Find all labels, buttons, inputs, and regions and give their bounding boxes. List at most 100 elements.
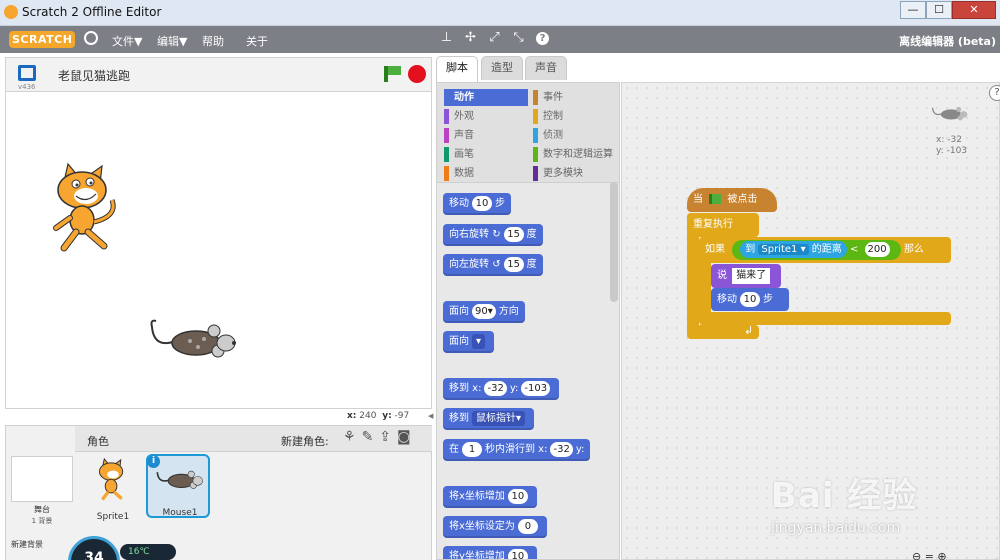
dx-input[interactable]: 10 bbox=[507, 489, 528, 504]
stage-header: v436 老鼠见猫逃跑 bbox=[5, 57, 432, 91]
category-sound[interactable]: 声音 bbox=[444, 127, 528, 144]
menu-help[interactable]: 帮助 bbox=[202, 33, 224, 49]
menu-about[interactable]: 关于 bbox=[246, 33, 268, 49]
degrees-input[interactable]: 15 bbox=[503, 257, 524, 272]
grow-icon[interactable]: ⤢ bbox=[488, 30, 501, 45]
block-text: 度 bbox=[526, 229, 537, 240]
seconds-input[interactable]: 1 bbox=[462, 442, 482, 457]
say-block[interactable]: 说 猫来了 bbox=[711, 264, 781, 288]
block-text: y: bbox=[575, 444, 585, 455]
sprite-name: Mouse1 bbox=[162, 508, 198, 518]
category-motion[interactable]: 动作 bbox=[444, 89, 528, 106]
project-title[interactable]: 老鼠见猫逃跑 bbox=[58, 67, 130, 84]
title-bar: Scratch 2 Offline Editor — ☐ ✕ bbox=[0, 0, 1000, 26]
go-to-xy-block[interactable]: 移到 x: -32 y: -103 bbox=[443, 378, 560, 400]
category-pen[interactable]: 画笔 bbox=[444, 146, 528, 163]
window-controls: — ☐ ✕ bbox=[900, 1, 996, 19]
palette-scrollbar[interactable] bbox=[610, 182, 618, 302]
steps-input[interactable]: 10 bbox=[472, 196, 492, 211]
category-sensing[interactable]: 侦测 bbox=[533, 127, 617, 144]
language-globe-icon[interactable] bbox=[84, 31, 98, 45]
paint-brush-icon[interactable]: ✎ bbox=[362, 429, 374, 445]
category-control[interactable]: 控制 bbox=[533, 108, 617, 125]
menu-file[interactable]: 文件▼ bbox=[112, 33, 142, 49]
when-flag-clicked-block[interactable]: 当 被点击 bbox=[687, 188, 777, 212]
menu-edit[interactable]: 编辑▼ bbox=[157, 33, 187, 49]
sprite-card-mouse1[interactable]: i Mouse1 bbox=[146, 454, 210, 518]
block-text: 将y坐标增加 bbox=[449, 551, 505, 560]
stop-icon[interactable] bbox=[408, 65, 426, 83]
degrees-input[interactable]: 15 bbox=[503, 227, 524, 242]
point-direction-block[interactable]: 面向 90▾ 方向 bbox=[443, 301, 525, 323]
offline-editor-label: 离线编辑器 (beta) bbox=[899, 35, 996, 48]
category-events[interactable]: 事件 bbox=[533, 89, 617, 106]
distance-to-reporter[interactable]: 到 Sprite1 ▾ 的距离 bbox=[740, 241, 847, 258]
minimize-button[interactable]: — bbox=[900, 1, 926, 19]
camera-icon[interactable]: ◙ bbox=[397, 429, 411, 445]
block-help-icon[interactable]: ? bbox=[536, 32, 549, 45]
set-x-block[interactable]: 将x坐标设定为 0 bbox=[443, 516, 547, 538]
tab-scripts[interactable]: 脚本 bbox=[436, 56, 478, 82]
x-input[interactable]: -32 bbox=[484, 381, 507, 396]
block-text: 移动 bbox=[449, 198, 469, 209]
duplicate-stamp-icon[interactable]: ⊥ bbox=[440, 30, 453, 45]
y-input[interactable]: -103 bbox=[521, 381, 551, 396]
sprite-dropdown[interactable]: Sprite1 ▾ bbox=[758, 244, 809, 255]
move-steps-block[interactable]: 移动 10 步 bbox=[711, 288, 789, 311]
category-operators[interactable]: 数字和逻辑运算 bbox=[533, 146, 617, 163]
sprite-card-sprite1[interactable]: Sprite1 bbox=[81, 456, 145, 522]
move-steps-block[interactable]: 移动 10 步 bbox=[443, 193, 511, 215]
tab-costumes[interactable]: 造型 bbox=[481, 56, 523, 80]
upload-icon[interactable]: ⇪ bbox=[379, 429, 391, 445]
x-value-input[interactable]: 0 bbox=[517, 519, 538, 534]
scratch-logo[interactable]: SCRATCH bbox=[9, 31, 76, 48]
cat-sprite-on-stage[interactable] bbox=[46, 162, 126, 257]
shrink-icon[interactable]: ⤡ bbox=[512, 30, 525, 45]
point-towards-block[interactable]: 面向 ▾ bbox=[443, 331, 495, 353]
steps-input[interactable]: 10 bbox=[740, 292, 760, 307]
mouse-y-label: y: bbox=[382, 411, 392, 421]
glide-block[interactable]: 在 1 秒内滑行到 x: -32 y: bbox=[443, 439, 591, 461]
say-text-input[interactable]: 猫来了 bbox=[732, 268, 771, 284]
stage-canvas[interactable] bbox=[5, 91, 432, 409]
go-to-target-block[interactable]: 移到 鼠标指针▾ bbox=[443, 408, 535, 430]
new-sprite-label: 新建角色: bbox=[281, 435, 329, 448]
sprite-pane: 角色 新建角色: ⚘ ✎ ⇪ ◙ 舞台 1 背景 新建背景 Sprite1 i bbox=[5, 425, 432, 560]
towards-dropdown[interactable]: ▾ bbox=[472, 334, 486, 349]
mouse-sprite-on-stage[interactable] bbox=[146, 317, 241, 362]
delete-cut-icon[interactable]: ✢ bbox=[464, 30, 477, 45]
pos-y-value: -103 bbox=[946, 146, 968, 156]
block-text: 如果 bbox=[705, 244, 725, 255]
sprite-library-icon[interactable]: ⚘ bbox=[343, 429, 356, 445]
change-y-block[interactable]: 将y坐标增加 10 bbox=[443, 546, 537, 560]
zoom-controls[interactable]: ⊖ = ⊕ bbox=[912, 550, 947, 560]
category-more-blocks[interactable]: 更多模块 bbox=[533, 165, 617, 182]
block-text: 的距离 bbox=[811, 244, 842, 255]
category-looks[interactable]: 外观 bbox=[444, 108, 528, 125]
mouse-coordinates: x: 240 y: -97 bbox=[347, 411, 409, 421]
pos-x-value: -32 bbox=[947, 135, 962, 145]
turn-right-block[interactable]: 向右旋转 ↻ 15 度 bbox=[443, 224, 543, 246]
change-x-block[interactable]: 将x坐标增加 10 bbox=[443, 486, 537, 508]
if-then-block[interactable]: 如果 到 Sprite1 ▾ 的距离 < 200 那么 bbox=[699, 237, 951, 263]
dy-input[interactable]: 10 bbox=[507, 549, 528, 559]
sprite-name: Sprite1 bbox=[96, 512, 130, 522]
category-data[interactable]: 数据 bbox=[444, 165, 528, 182]
toolbar: ⊥ ✢ ⤢ ⤡ ? bbox=[440, 30, 549, 45]
turn-left-block[interactable]: 向左旋转 ↺ 15 度 bbox=[443, 254, 543, 276]
help-icon[interactable]: ? bbox=[989, 85, 1000, 101]
tab-sounds[interactable]: 声音 bbox=[525, 56, 567, 80]
category-label: 画笔 bbox=[454, 149, 474, 160]
less-than-operator[interactable]: 到 Sprite1 ▾ 的距离 < 200 bbox=[732, 240, 901, 260]
threshold-input[interactable]: 200 bbox=[864, 242, 890, 257]
close-button[interactable]: ✕ bbox=[952, 1, 996, 19]
x-input[interactable]: -32 bbox=[550, 442, 573, 457]
direction-input[interactable]: 90▾ bbox=[472, 304, 496, 319]
target-dropdown[interactable]: 鼠标指针▾ bbox=[472, 411, 526, 426]
presentation-mode-icon[interactable] bbox=[18, 65, 36, 81]
stage-thumbnail[interactable] bbox=[11, 456, 73, 502]
collapse-arrow-icon[interactable]: ◀ bbox=[428, 412, 435, 422]
forever-block[interactable]: 重复执行 bbox=[687, 213, 759, 237]
maximize-button[interactable]: ☐ bbox=[926, 1, 952, 19]
green-flag-icon[interactable] bbox=[384, 66, 401, 82]
